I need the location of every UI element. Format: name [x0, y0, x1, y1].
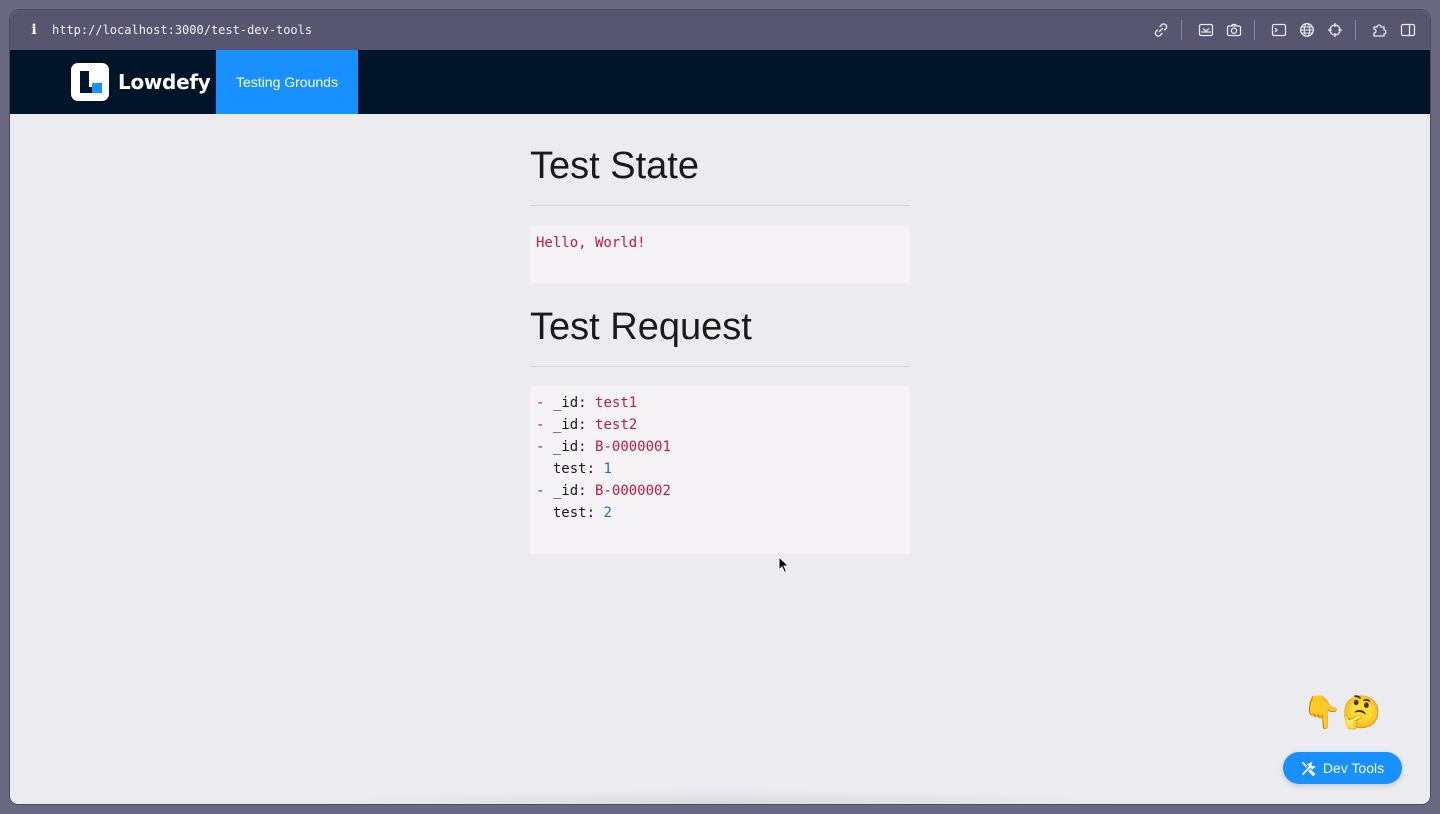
info-icon[interactable]: i — [22, 22, 46, 38]
code-line: - _id: B-0000001 — [536, 439, 671, 455]
logo[interactable]: Lowdefy — [71, 63, 216, 101]
globe-icon[interactable] — [1295, 18, 1319, 42]
bottom-shadow — [310, 790, 1130, 804]
dev-tools-button[interactable]: Dev Tools — [1283, 752, 1402, 784]
test-state-title: Test State — [530, 145, 699, 187]
brand-name: Lowdefy — [118, 70, 211, 94]
code-line: - _id: test1 — [536, 395, 638, 411]
extension-icon[interactable] — [1368, 18, 1392, 42]
address-bar: i http://localhost:3000/test-dev-tools — [10, 10, 1430, 50]
lowdefy-logo-icon — [71, 63, 109, 101]
state-value: Hello, World! — [536, 235, 646, 251]
browser-window: i http://localhost:3000/test-dev-tools L… — [10, 10, 1430, 804]
toolbar-divider — [1355, 20, 1356, 40]
state-code-block: Hello, World! — [530, 225, 910, 283]
mouse-cursor-icon — [778, 556, 790, 574]
code-line: test: 1 — [552, 461, 612, 477]
crosshair-icon[interactable] — [1323, 18, 1347, 42]
sidebar-icon[interactable] — [1396, 18, 1420, 42]
tools-icon — [1301, 760, 1316, 776]
divider — [530, 205, 910, 206]
browser-toolbar — [1145, 18, 1420, 42]
download-icon[interactable] — [1194, 18, 1218, 42]
code-line: test: 2 — [552, 505, 612, 521]
dev-tools-label: Dev Tools — [1322, 760, 1385, 776]
toolbar-divider — [1254, 20, 1255, 40]
app-header: Lowdefy Testing Grounds — [10, 50, 1430, 114]
camera-icon[interactable] — [1222, 18, 1246, 42]
link-icon[interactable] — [1149, 18, 1173, 42]
divider — [530, 366, 910, 367]
terminal-icon[interactable] — [1267, 18, 1291, 42]
test-request-title: Test Request — [530, 306, 752, 348]
code-line: - _id: B-0000002 — [536, 483, 671, 499]
url-text[interactable]: http://localhost:3000/test-dev-tools — [52, 23, 312, 37]
page-content: Test State Hello, World! Test Request - … — [530, 114, 910, 554]
emoji-pointing-thinking: 👇🤔 — [1302, 693, 1382, 731]
menu-item-testing-grounds[interactable]: Testing Grounds — [216, 50, 358, 114]
request-code-block: - _id: test1 - _id: test2 - _id: B-00000… — [530, 386, 910, 554]
toolbar-divider — [1181, 20, 1182, 40]
code-line: - _id: test2 — [536, 417, 638, 433]
